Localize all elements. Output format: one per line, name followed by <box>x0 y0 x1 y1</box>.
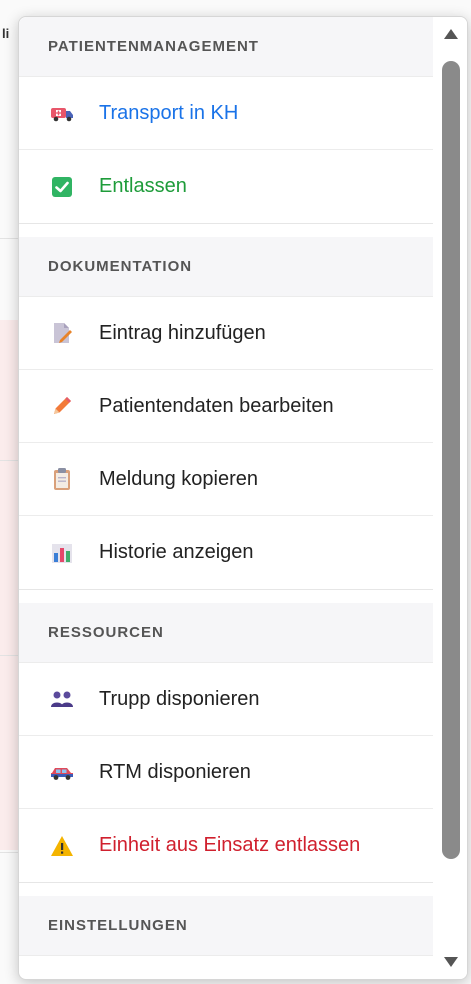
document-edit-icon <box>49 320 75 346</box>
section-divider <box>19 882 433 896</box>
menu-item-label: Einheit aus Einsatz entlassen <box>99 834 361 856</box>
scroll-up-arrow-icon[interactable] <box>440 25 462 43</box>
section-header-ressourcen: RESSOURCEN <box>19 603 433 663</box>
scroll-down-arrow-icon[interactable] <box>440 953 462 971</box>
clipboard-icon <box>49 466 75 492</box>
menu-item-eintrag-hinzufuegen[interactable]: Eintrag hinzufügen <box>19 297 433 370</box>
menu-item-historie-anzeigen[interactable]: Historie anzeigen <box>19 516 433 589</box>
menu-item-label: Transport in KH <box>99 101 239 124</box>
section-header-dokumentation: DOKUMENTATION <box>19 237 433 297</box>
scrollbar[interactable] <box>433 17 467 979</box>
background-text-fragment: li <box>2 26 10 41</box>
menu-item-label: Trupp disponieren <box>99 687 260 710</box>
section-header-einstellungen: EINSTELLUNGEN <box>19 896 433 956</box>
menu-item-label: Historie anzeigen <box>99 541 254 563</box>
menu-item-label: Patientendaten bearbeiten <box>99 394 334 417</box>
menu-item-label: Entlassen <box>99 175 187 197</box>
menu-item-entlassen[interactable]: Entlassen <box>19 150 433 223</box>
menu-item-label: Meldung kopieren <box>99 467 258 490</box>
menu-item-name-aendern[interactable]: Name ändern <box>19 956 433 979</box>
menu-item-meldung-kopieren[interactable]: Meldung kopieren <box>19 443 433 516</box>
section-header-patientenmanagement: PATIENTENMANAGEMENT <box>19 17 433 77</box>
menu-item-transport-in-kh[interactable]: Transport in KH <box>19 77 433 150</box>
section-divider <box>19 589 433 603</box>
scrollbar-thumb[interactable] <box>442 61 460 859</box>
menu-item-rtm-disponieren[interactable]: RTM disponieren <box>19 736 433 809</box>
team-icon <box>49 686 75 712</box>
menu-item-label: RTM disponieren <box>99 760 251 783</box>
context-menu-list: PATIENTENMANAGEMENT Transport in KH Entlas… <box>19 17 433 979</box>
check-icon <box>49 174 75 200</box>
menu-item-patientendaten-bearbeiten[interactable]: Patientendaten bearbeiten <box>19 370 433 443</box>
menu-item-label: Eintrag hinzufügen <box>99 321 266 344</box>
pencil-icon <box>49 393 75 419</box>
warning-icon <box>49 833 75 859</box>
section-divider <box>19 223 433 237</box>
context-menu: PATIENTENMANAGEMENT Transport in KH Entlas… <box>18 16 468 980</box>
bar-chart-icon <box>49 540 75 566</box>
menu-item-einheit-aus-einsatz-entlassen[interactable]: Einheit aus Einsatz entlassen <box>19 809 433 882</box>
car-icon <box>49 759 75 785</box>
ambulance-icon <box>49 100 75 126</box>
menu-item-trupp-disponieren[interactable]: Trupp disponieren <box>19 663 433 736</box>
